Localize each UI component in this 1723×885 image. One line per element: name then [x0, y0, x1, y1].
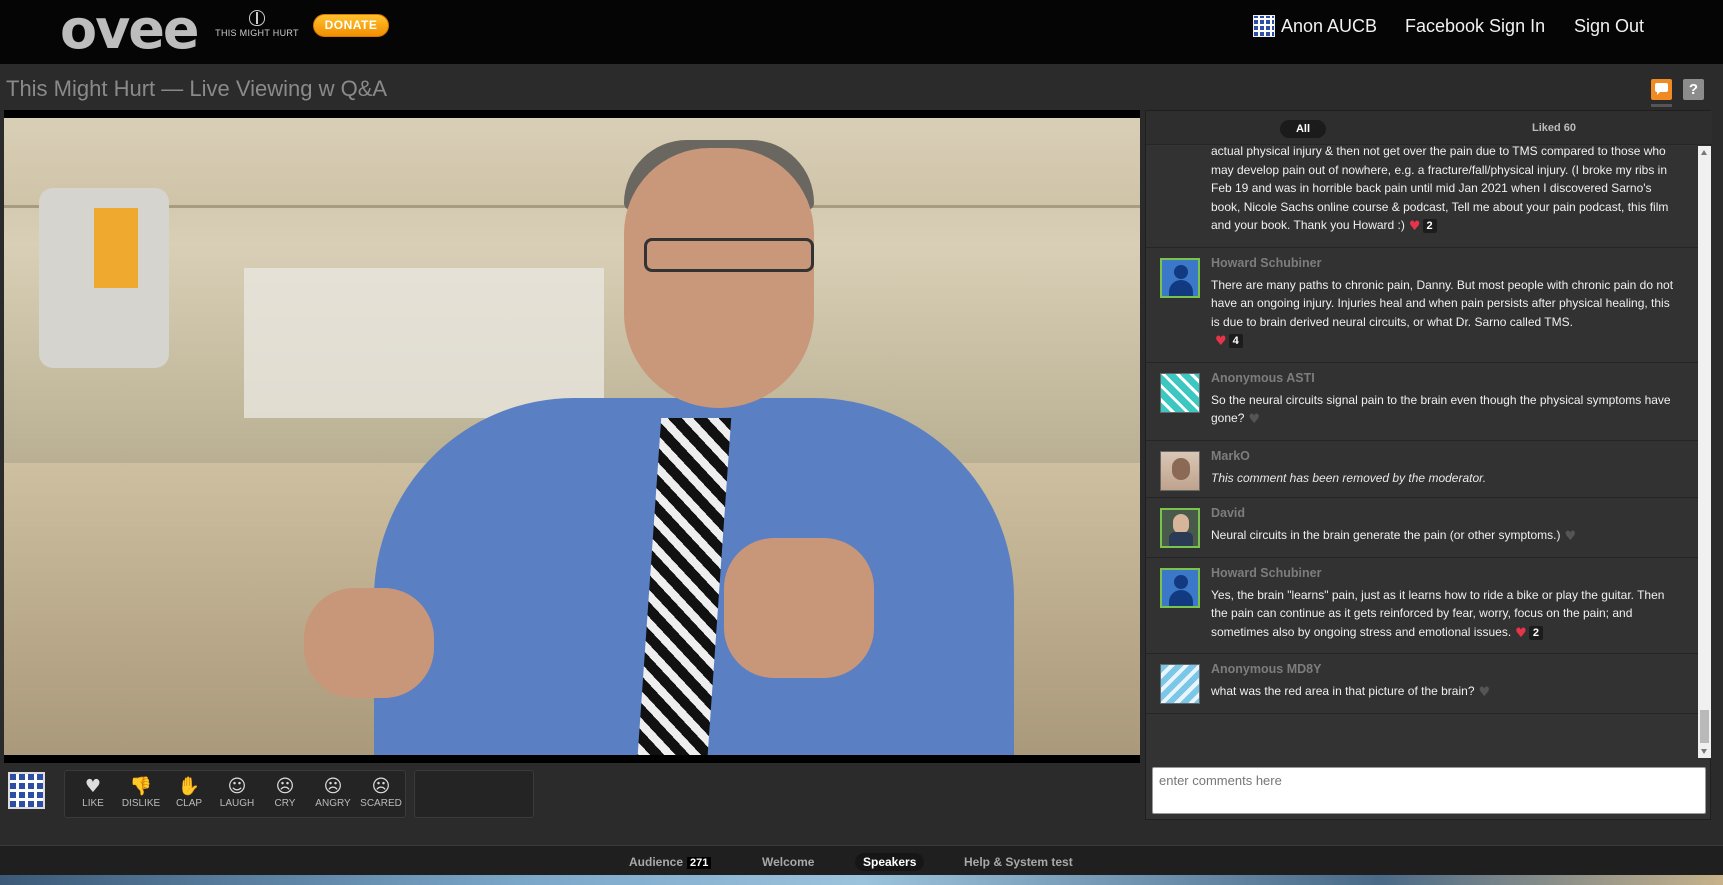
comment-author[interactable]: Anonymous ASTI [1211, 371, 1680, 385]
cry-reaction-button[interactable]: ☹ CRY [261, 771, 309, 817]
laugh-face-icon: ☺ [227, 776, 247, 797]
comment-item: David Neural circuits in the brain gener… [1146, 498, 1698, 558]
dislike-reaction-button[interactable]: 👎 DISLIKE [117, 771, 165, 817]
comment-list: actual physical injury & then not get ov… [1146, 146, 1698, 758]
facebook-sign-in-link[interactable]: Facebook Sign In [1405, 16, 1545, 37]
tab-audience[interactable]: Audience 271 [621, 853, 719, 871]
comment-item: Anonymous MD8Y what was the red area in … [1146, 654, 1698, 714]
laugh-reaction-button[interactable]: ☺ LAUGH [213, 771, 261, 817]
angry-face-icon: ☹ [323, 776, 343, 797]
like-count: 2 [1528, 625, 1543, 640]
page-title: This Might Hurt — Live Viewing w Q&A [6, 76, 388, 101]
comment-author[interactable]: MarkO [1211, 449, 1680, 463]
tab-help-system-test[interactable]: Help & System test [956, 853, 1081, 871]
comment-filter-tabs: All Liked 60 [1146, 111, 1712, 145]
help-icon[interactable]: ? [1683, 79, 1704, 100]
brain-icon [249, 10, 265, 26]
comments-panel: All Liked 60 actual physical injury & th… [1145, 110, 1712, 820]
comment-text: actual physical injury & then not get ov… [1211, 146, 1669, 232]
comment-author[interactable]: David [1211, 506, 1680, 520]
scared-face-icon: ☹ [371, 776, 391, 797]
scroll-thumb[interactable] [1700, 710, 1709, 743]
cry-face-icon: ☹ [275, 776, 295, 797]
avatar [1160, 450, 1200, 491]
tab-speakers[interactable]: Speakers [855, 853, 925, 871]
heart-icon: ♥ [84, 776, 102, 797]
this-might-hurt-logo: THIS MIGHT HURT [214, 10, 300, 38]
like-reaction-button[interactable]: ♥ LIKE [69, 771, 117, 817]
scroll-up-icon[interactable] [1701, 150, 1707, 155]
user-avatar-icon [1253, 15, 1275, 37]
sign-out-link[interactable]: Sign Out [1574, 16, 1644, 37]
comment-text: Neural circuits in the brain generate th… [1211, 528, 1561, 542]
comment-item: actual physical injury & then not get ov… [1146, 146, 1698, 248]
user-name-link[interactable]: Anon AUCB [1281, 16, 1377, 37]
bottom-tab-bar: Audience 271 Welcome Speakers Help & Syst… [0, 845, 1723, 875]
avatar [1160, 372, 1200, 413]
avatar [1160, 257, 1200, 298]
tab-liked[interactable]: Liked 60 [1532, 122, 1576, 134]
scared-reaction-button[interactable]: ☹ SCARED [357, 771, 405, 817]
ovee-logo[interactable]: ovee [60, 2, 200, 58]
my-avatar-icon[interactable] [8, 772, 45, 809]
comment-text: So the neural circuits signal pain to th… [1211, 392, 1671, 426]
chat-bubble-icon[interactable] [1651, 79, 1672, 100]
heart-icon[interactable]: ♥ [1515, 625, 1527, 644]
heart-icon[interactable]: ♥ [1409, 218, 1421, 237]
avatar [1160, 508, 1200, 548]
comment-text: This comment has been removed by the mod… [1211, 470, 1487, 485]
tab-all[interactable]: All [1280, 120, 1326, 138]
chat-tab-indicator [1651, 104, 1672, 107]
clap-icon: ✋ [177, 776, 201, 797]
reaction-feed-box [414, 770, 534, 818]
comment-item: Howard Schubiner There are many paths to… [1146, 247, 1698, 363]
top-bar: ovee THIS MIGHT HURT DONATE Anon AUCB Fa… [0, 0, 1723, 64]
donate-button[interactable]: DONATE [313, 14, 389, 37]
heart-icon[interactable]: ♥ [1565, 528, 1577, 547]
comment-item: Howard Schubiner Yes, the brain "learns"… [1146, 557, 1698, 654]
scroll-down-icon[interactable] [1701, 749, 1707, 754]
comment-text: what was the red area in that picture of… [1211, 684, 1475, 698]
comment-author[interactable]: Anonymous MD8Y [1211, 662, 1680, 676]
comment-item: MarkO This comment has been removed by t… [1146, 440, 1698, 498]
comment-item: Anonymous ASTI So the neural circuits si… [1146, 362, 1698, 441]
thumbs-down-icon: 👎 [129, 776, 153, 797]
heart-icon[interactable]: ♥ [1479, 684, 1491, 703]
comment-text: Yes, the brain "learns" pain, just as it… [1211, 587, 1665, 639]
audience-count-badge: 271 [687, 857, 712, 869]
comment-author[interactable]: Howard Schubiner [1211, 566, 1680, 580]
comments-scrollbar[interactable] [1698, 146, 1711, 758]
like-count: 4 [1228, 334, 1243, 348]
like-count: 2 [1422, 219, 1437, 233]
comment-text: There are many paths to chronic pain, Da… [1211, 277, 1674, 329]
reaction-bar: ♥ LIKE 👎 DISLIKE ✋ CLAP ☺ LAUGH ☹ CRY ☹ ANGRY … [64, 770, 406, 818]
avatar [1160, 567, 1200, 608]
comment-input[interactable] [1152, 767, 1706, 814]
avatar [1160, 664, 1200, 704]
tab-welcome[interactable]: Welcome [754, 853, 822, 871]
video-frame [4, 118, 1140, 755]
comment-author[interactable]: Howard Schubiner [1211, 256, 1680, 270]
video-player[interactable] [4, 110, 1140, 763]
heart-icon[interactable]: ♥ [1248, 411, 1260, 430]
heart-icon[interactable]: ♥ [1215, 333, 1227, 352]
angry-reaction-button[interactable]: ☹ ANGRY [309, 771, 357, 817]
background-image-strip [0, 875, 1723, 885]
clap-reaction-button[interactable]: ✋ CLAP [165, 771, 213, 817]
